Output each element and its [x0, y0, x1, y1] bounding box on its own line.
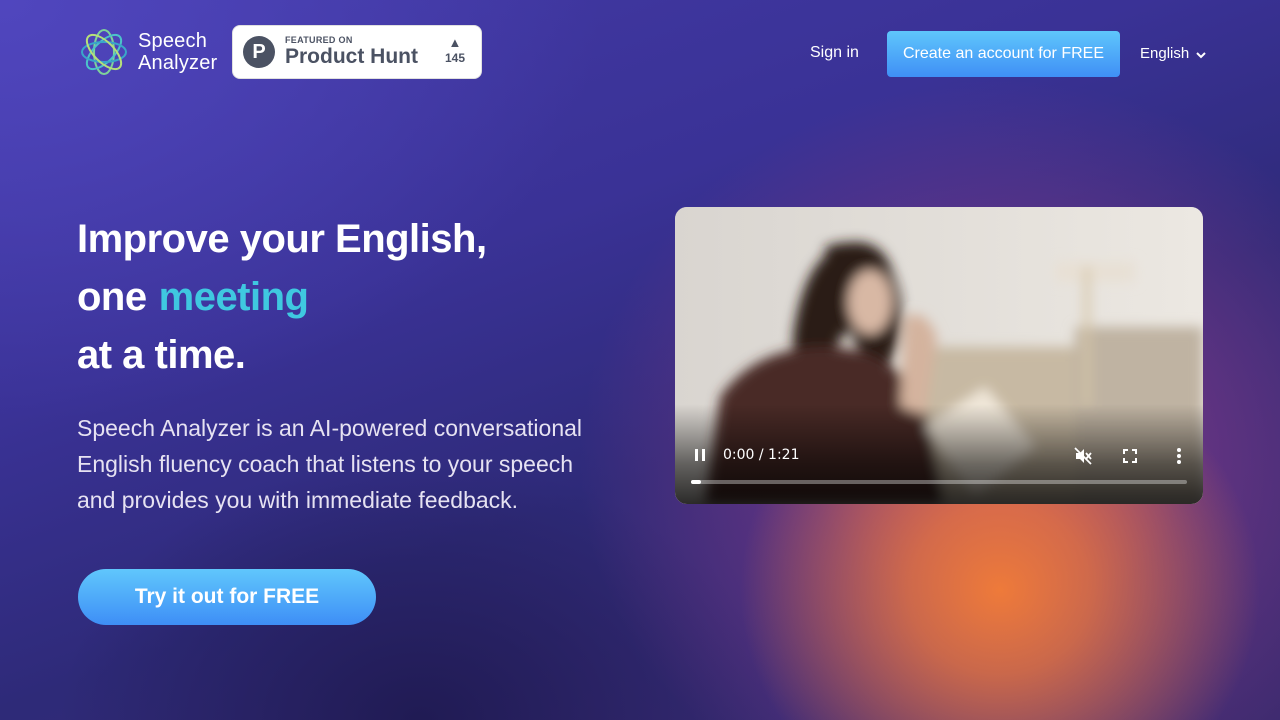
demo-video-player[interactable]: 0:00 / 1:21 [675, 207, 1203, 504]
language-selector[interactable]: English [1140, 45, 1207, 62]
product-hunt-text: FEATURED ON Product Hunt [285, 35, 418, 69]
headline-line-3: at a time. [77, 333, 246, 377]
headline-accent-word: meeting [158, 275, 309, 319]
headline-line-1: Improve your English, [77, 217, 487, 261]
volume-muted-icon[interactable] [1073, 446, 1093, 466]
logo-line-2: Analyzer [138, 52, 218, 74]
logo-star-icon [81, 29, 127, 75]
featured-label: FEATURED ON [285, 35, 353, 45]
more-options-icon[interactable] [1175, 446, 1183, 466]
pause-icon[interactable] [693, 447, 707, 463]
create-account-button[interactable]: Create an account for FREE [887, 31, 1120, 77]
upvote-count: ▲ 145 [445, 36, 465, 66]
product-hunt-badge[interactable]: P FEATURED ON Product Hunt ▲ 145 [232, 25, 482, 79]
upvote-arrow-icon: ▲ [448, 35, 462, 50]
sign-in-link[interactable]: Sign in [810, 44, 859, 62]
language-label: English [1140, 45, 1190, 62]
headline-line-2: one meeting [77, 268, 487, 326]
site-header: Speech Analyzer P FEATURED ON Product Hu… [0, 0, 1280, 108]
video-time: 0:00 / 1:21 [723, 447, 800, 463]
try-free-button[interactable]: Try it out for FREE [78, 569, 376, 625]
logo-line-1: Speech [138, 30, 208, 52]
headline-prefix: one [77, 275, 147, 319]
product-hunt-logo-icon: P [243, 36, 275, 68]
logo[interactable]: Speech Analyzer [78, 26, 217, 78]
hero-headline: Improve your English, one meeting at a ti… [77, 210, 487, 384]
fullscreen-icon[interactable] [1122, 448, 1138, 464]
vote-count: 145 [444, 51, 465, 65]
product-hunt-name: Product Hunt [285, 45, 418, 68]
logo-text: Speech Analyzer [138, 30, 217, 74]
video-progress-bar[interactable] [691, 480, 1187, 484]
video-progress-fill [691, 480, 701, 484]
chevron-down-icon [1196, 52, 1206, 59]
hero-description: Speech Analyzer is an AI-powered convers… [77, 415, 583, 513]
